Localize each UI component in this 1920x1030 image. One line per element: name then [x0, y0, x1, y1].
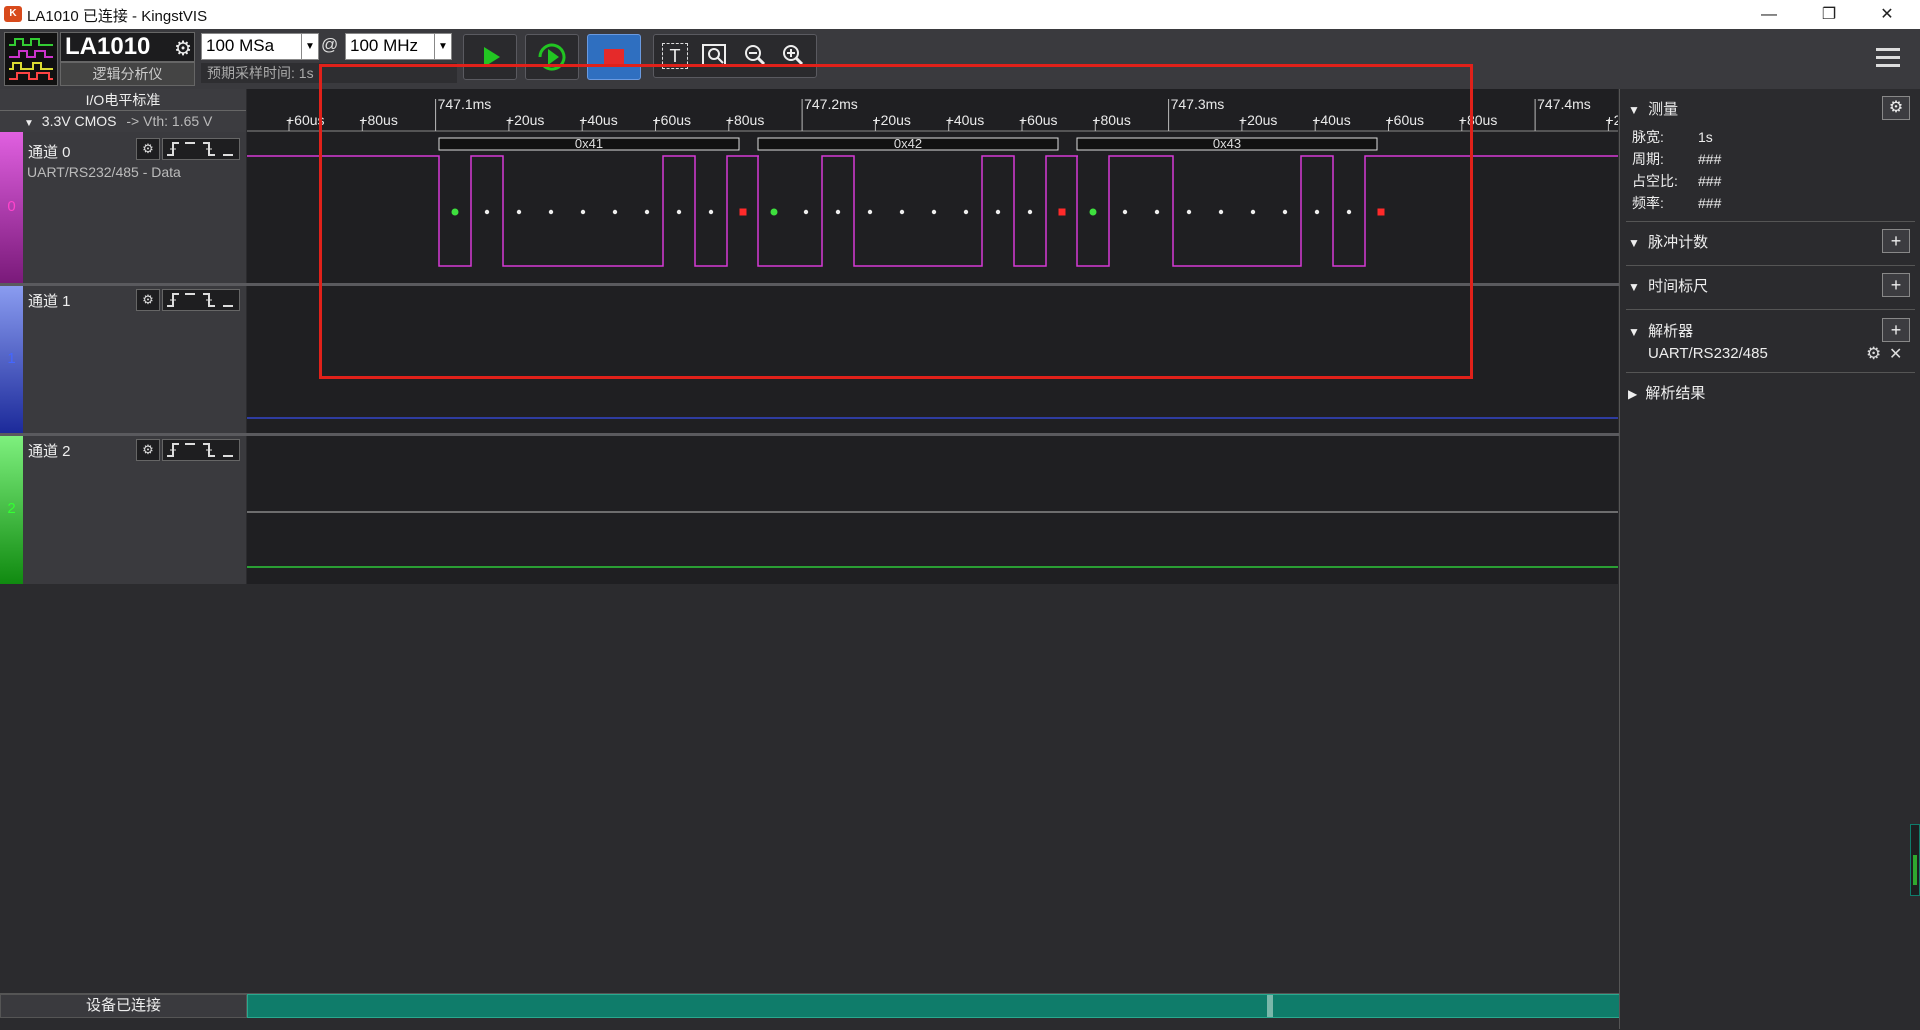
trigger-edge-icons [167, 142, 233, 156]
measure-row: 脉宽: 1s [1632, 129, 1713, 145]
channel-decoder-label: UART/RS232/485 - Data [27, 164, 181, 180]
chevron-down-icon: ▼ [434, 34, 451, 59]
sample-rate-value: 100 MHz [350, 36, 419, 55]
minimize-button[interactable]: — [1746, 0, 1792, 29]
device-settings-icon[interactable]: ⚙ [174, 36, 192, 61]
measure-row: 周期: ### [1632, 151, 1722, 167]
trigger-edge-buttons[interactable] [162, 289, 240, 311]
channel-2-color-strip: 2 [0, 436, 23, 584]
ruler-label: 747.4ms [1537, 96, 1591, 112]
window-title: LA1010 已连接 - KingstVIS [27, 8, 208, 25]
io-level-panel: I/O电平标准 ▼ 3.3V CMOS -> Vth: 1.65 V [0, 89, 246, 133]
title-bar: K LA1010 已连接 - KingstVIS — ❐ ✕ [0, 0, 1920, 29]
triangle-down-icon: ▼ [24, 118, 34, 129]
channel-name[interactable]: 通道 2 [28, 440, 71, 461]
analyzer-remove-icon[interactable]: ✕ [1889, 344, 1902, 364]
menu-icon[interactable] [1874, 44, 1902, 72]
empty-area [0, 584, 1619, 992]
channel-1-color-strip: 1 [0, 286, 23, 433]
measure-section-header[interactable]: ▼ 测量 [1628, 98, 1678, 119]
time-ruler-section[interactable]: ▼ 时间标尺 [1628, 275, 1708, 296]
measure-row: 频率: ### [1632, 195, 1722, 211]
results-title: 解析结果 [1645, 385, 1706, 402]
sample-depth-value: 100 MSa [206, 36, 275, 55]
trigger-edge-buttons[interactable] [162, 439, 240, 461]
trigger-edge-icons [167, 443, 233, 457]
triangle-down-icon: ▼ [1628, 325, 1640, 339]
kingst-logo-icon: K [4, 6, 22, 22]
add-pulse-count-button[interactable]: + [1882, 229, 1910, 253]
divider [1626, 265, 1915, 266]
channel-1-panel: 1 通道 1 ⚙ [0, 286, 246, 433]
close-button[interactable]: ✕ [1864, 0, 1910, 29]
channel-index: 1 [7, 350, 16, 367]
right-panel: ▼ 测量 ⚙ 脉宽: 1s 周期: ### 占空比: ### 频率: ### ▼ 脉冲计… [1619, 89, 1920, 1029]
channel-name[interactable]: 通道 0 [28, 141, 71, 162]
triangle-down-icon: ▼ [1628, 280, 1640, 294]
divider [1626, 372, 1915, 373]
highlight-box [319, 64, 1473, 379]
ruler-label: +2 [1605, 112, 1618, 128]
triangle-right-icon: ▶ [1628, 387, 1638, 401]
device-subtitle: 逻辑分析仪 [60, 62, 195, 86]
results-section[interactable]: ▶ 解析结果 [1628, 382, 1705, 403]
sample-depth-select[interactable]: 100 MSa ▼ [201, 33, 319, 60]
vth-value: -> Vth: 1.65 V [126, 113, 213, 129]
divider [0, 110, 246, 111]
measure-settings-icon[interactable]: ⚙ [1882, 96, 1910, 120]
analyzer-section[interactable]: ▼ 解析器 [1628, 320, 1693, 341]
measure-list: 脉宽: 1s 周期: ### 占空比: ### 频率: ### [1632, 126, 1721, 214]
time-ruler-title: 时间标尺 [1648, 278, 1709, 295]
device-name: LA1010 [65, 33, 151, 60]
add-time-ruler-button[interactable]: + [1882, 273, 1910, 297]
measure-title: 测量 [1648, 101, 1679, 118]
io-level-header: I/O电平标准 [85, 92, 161, 108]
add-analyzer-button[interactable]: + [1882, 318, 1910, 342]
restore-button[interactable]: ❐ [1806, 0, 1852, 29]
panel-scrollbar[interactable] [1910, 824, 1920, 896]
sample-rate-select[interactable]: 100 MHz ▼ [345, 33, 452, 60]
chevron-down-icon: ▼ [301, 34, 318, 59]
analyzer-title: 解析器 [1648, 323, 1694, 340]
channel-name[interactable]: 通道 1 [28, 290, 71, 311]
trigger-edge-buttons[interactable] [162, 138, 240, 160]
device-logo-icon [4, 32, 58, 86]
channel-0-panel: 0 通道 0 UART/RS232/485 - Data ⚙ [0, 132, 246, 283]
triangle-down-icon: ▼ [1628, 236, 1640, 250]
analyzer-settings-icon[interactable]: ⚙ [1866, 344, 1881, 364]
timeline-scrollbar[interactable] [247, 994, 1620, 1018]
pulse-count-section[interactable]: ▼ 脉冲计数 [1628, 231, 1708, 252]
channel-index: 2 [7, 500, 16, 517]
scrollbar-handle[interactable] [1267, 995, 1273, 1017]
at-symbol: @ [321, 35, 339, 54]
pulse-count-title: 脉冲计数 [1648, 234, 1709, 251]
measure-row: 占空比: ### [1632, 173, 1722, 189]
channel-0-color-strip: 0 [0, 132, 23, 283]
panel-scrollbar-level [1913, 855, 1917, 885]
channel-settings-icon[interactable]: ⚙ [136, 439, 160, 461]
triangle-down-icon: ▼ [1628, 103, 1640, 117]
channel-2-panel: 2 通道 2 ⚙ [0, 436, 246, 584]
analyzer-item[interactable]: UART/RS232/485 [1648, 345, 1768, 362]
channel-divider [247, 433, 1618, 436]
device-status: 设备已连接 [0, 994, 247, 1018]
device-selector[interactable]: LA1010 ⚙ [60, 32, 195, 62]
divider [1626, 221, 1915, 222]
io-level-select[interactable]: ▼ 3.3V CMOS -> Vth: 1.65 V [24, 113, 212, 129]
divider [1626, 309, 1915, 310]
channel-settings-icon[interactable]: ⚙ [136, 289, 160, 311]
trigger-edge-icons [167, 293, 233, 307]
io-level-value: 3.3V CMOS [41, 113, 117, 129]
channel-index: 0 [7, 198, 16, 215]
channel-settings-icon[interactable]: ⚙ [136, 138, 160, 160]
